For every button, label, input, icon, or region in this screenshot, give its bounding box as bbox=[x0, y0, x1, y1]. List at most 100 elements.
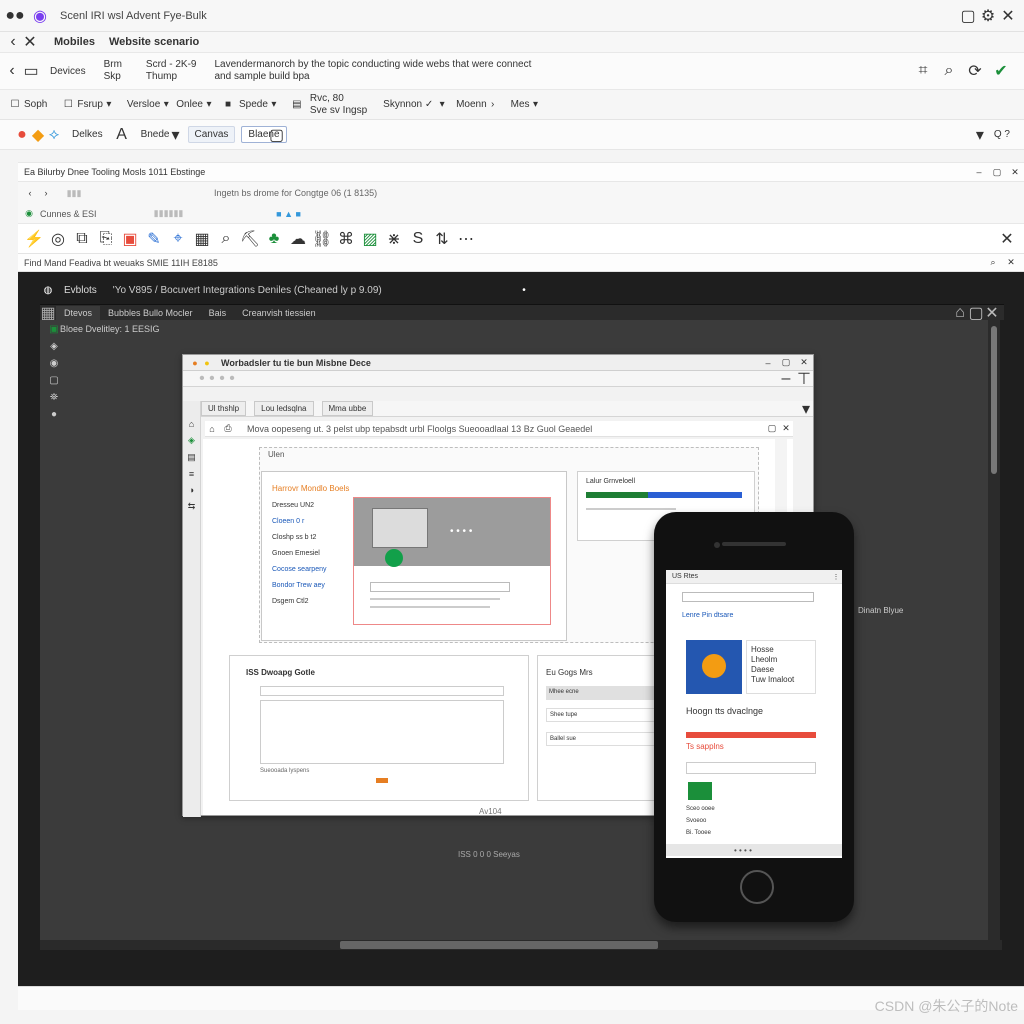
design-item[interactable]: Dresseu UN2 bbox=[272, 502, 326, 509]
chevron-down-icon[interactable]: ▾ bbox=[203, 99, 215, 110]
tab-bubbles[interactable]: Bubbles Bullo Mocler bbox=[100, 306, 201, 320]
checkbox2-icon[interactable]: ☐ bbox=[59, 99, 77, 110]
menu-icon[interactable]: ▮▮▮ bbox=[54, 188, 94, 199]
vertical-scrollbar[interactable] bbox=[988, 320, 1000, 940]
item-versloe[interactable]: Versloe bbox=[127, 99, 160, 110]
sort-icon[interactable]: ⇅ bbox=[430, 229, 454, 249]
close-icon[interactable]: ✕ bbox=[1002, 257, 1020, 268]
chevron-down-icon[interactable]: ▾ bbox=[170, 125, 182, 145]
bolt-icon[interactable]: ⚡ bbox=[22, 229, 46, 249]
list-icon[interactable]: ≡ bbox=[189, 469, 194, 479]
bottom-left-input[interactable] bbox=[260, 686, 504, 696]
restore-icon[interactable]: ▢ bbox=[958, 6, 978, 26]
horizontal-scroll-thumb[interactable] bbox=[340, 941, 658, 949]
crop-icon[interactable]: ⌘ bbox=[334, 229, 358, 249]
tab-icon[interactable]: ⋯ bbox=[454, 229, 478, 249]
close-icon[interactable]: ✕ bbox=[996, 229, 1018, 249]
close-icon[interactable]: ✕ bbox=[795, 357, 813, 368]
bookmark-icon[interactable]: ▢ bbox=[765, 423, 779, 434]
s-icon[interactable]: S bbox=[406, 230, 430, 248]
firefox-icon[interactable]: ◆ bbox=[30, 125, 46, 145]
chevron-down-icon[interactable]: ▾ bbox=[436, 99, 448, 110]
design-item[interactable]: Closhp ss b t2 bbox=[272, 534, 326, 541]
phone-search[interactable] bbox=[682, 592, 814, 602]
pin-icon[interactable]: ⊤ bbox=[795, 369, 813, 389]
leaf-icon[interactable]: ✔ bbox=[988, 61, 1014, 81]
dots-icon[interactable]: • • • • bbox=[187, 370, 247, 388]
preview-input[interactable] bbox=[370, 582, 510, 592]
phone-link-title[interactable]: Lenre Pin dtsare bbox=[682, 612, 733, 619]
item-skynnon[interactable]: Skynnon bbox=[383, 99, 422, 110]
pen-icon[interactable]: ✎ bbox=[142, 229, 166, 249]
image-icon[interactable]: ▨ bbox=[358, 229, 382, 249]
item-spede[interactable]: Spede bbox=[239, 99, 268, 110]
phone-home-button[interactable] bbox=[740, 870, 774, 904]
design-item[interactable]: Gnoen Emesiel bbox=[272, 550, 326, 557]
design-item[interactable]: Cocose searpeny bbox=[272, 566, 326, 573]
media-icon[interactable]: ⧉ bbox=[70, 230, 94, 248]
cloud-icon[interactable]: ☁ bbox=[286, 229, 310, 249]
phone-menu-icon[interactable]: ⋮ bbox=[830, 573, 842, 581]
refresh-icon[interactable]: ⟳ bbox=[962, 61, 988, 81]
zoom-icon[interactable]: ⌕ bbox=[214, 230, 238, 248]
chevron-right-icon[interactable]: › bbox=[487, 99, 499, 110]
square-icon[interactable]: ▣ bbox=[44, 324, 64, 335]
chevron-down-icon[interactable]: ▾ bbox=[103, 99, 115, 110]
delkes-label[interactable]: Delkes bbox=[72, 129, 103, 140]
horizontal-scrollbar[interactable] bbox=[40, 940, 1002, 950]
tag-icon[interactable]: ⛯ bbox=[44, 392, 64, 403]
design-item[interactable]: Dsgem Ctl2 bbox=[272, 598, 326, 605]
chevron-down-icon[interactable]: ▾ bbox=[799, 399, 813, 419]
vertical-scroll-thumb[interactable] bbox=[991, 326, 997, 474]
bookmark-icon[interactable]: ▢ bbox=[269, 125, 285, 145]
chevron-down-icon[interactable]: ▾ bbox=[268, 99, 280, 110]
record-icon[interactable]: ● bbox=[14, 126, 30, 144]
clipboard-icon[interactable]: ▭ bbox=[20, 61, 42, 81]
menu-devices[interactable]: Devices bbox=[50, 66, 86, 77]
chip-canvas[interactable]: Canvas bbox=[187, 126, 236, 143]
settings-icon[interactable]: ⚙ bbox=[978, 6, 998, 26]
cursor-icon[interactable]: ⌖ bbox=[166, 230, 190, 248]
search-icon[interactable]: ⌕ bbox=[984, 257, 1002, 268]
close-icon[interactable]: ✕ bbox=[1006, 167, 1024, 178]
prev-icon[interactable]: ‹ bbox=[4, 62, 20, 80]
layer-icon[interactable]: ◈ bbox=[44, 341, 64, 352]
wtab-3[interactable]: Mma ubbe bbox=[321, 401, 374, 416]
stop-icon[interactable]: ■ bbox=[221, 99, 235, 110]
phone-list-row[interactable]: Svoeoo bbox=[686, 818, 715, 824]
share-icon[interactable]: ⇆ bbox=[188, 501, 196, 512]
bell-icon[interactable]: ● bbox=[44, 409, 64, 420]
doc-icon[interactable]: ▤ bbox=[187, 452, 196, 463]
max-icon[interactable]: ▢ bbox=[777, 357, 795, 368]
chevron-down-icon[interactable]: ▾ bbox=[160, 99, 172, 110]
phone-list-row[interactable]: Sceo ooee bbox=[686, 806, 715, 812]
design-item[interactable]: Bondor Trew aey bbox=[272, 582, 326, 589]
checkbox-icon[interactable]: ☐ bbox=[6, 99, 24, 110]
plus-icon[interactable]: ⋇ bbox=[382, 229, 406, 249]
close-icon[interactable]: ✕ bbox=[779, 423, 793, 434]
design-item[interactable]: Cloeen 0 r bbox=[272, 518, 326, 525]
tab-dtevos[interactable]: Dtevos bbox=[56, 305, 101, 320]
paint-icon[interactable]: ⛏ bbox=[238, 229, 262, 249]
list-icon[interactable]: ▤ bbox=[290, 99, 304, 110]
chevron-down-icon[interactable]: ▾ bbox=[530, 99, 542, 110]
target-icon[interactable]: ◎ bbox=[46, 229, 70, 249]
menu-skp[interactable]: Skp bbox=[104, 71, 122, 83]
close-tab-icon[interactable]: ✕ bbox=[22, 32, 38, 52]
item-soph[interactable]: Soph bbox=[24, 99, 47, 110]
green-dot[interactable] bbox=[385, 549, 403, 567]
menu-brm[interactable]: Brm bbox=[104, 59, 122, 71]
copy-icon[interactable]: ⎘ bbox=[94, 230, 118, 248]
wtab-2[interactable]: Lou ledsqlna bbox=[254, 401, 314, 416]
back-icon[interactable]: ‹ bbox=[4, 33, 22, 51]
item-moenn[interactable]: Moenn bbox=[456, 99, 487, 110]
user-icon[interactable]: ♣ bbox=[262, 230, 286, 248]
right-tools[interactable]: Q ? bbox=[994, 129, 1010, 140]
edge-icon[interactable]: ⟡ bbox=[46, 126, 62, 144]
item-fsrup[interactable]: Fsrup bbox=[77, 99, 103, 110]
bottom-right-row[interactable]: Shee tupe bbox=[546, 708, 660, 722]
search-icon[interactable]: ⌕ bbox=[936, 62, 962, 80]
max-icon[interactable]: ▢ bbox=[988, 167, 1006, 178]
min-icon[interactable]: – bbox=[759, 358, 777, 368]
layer-icon[interactable]: ◈ bbox=[188, 435, 195, 446]
